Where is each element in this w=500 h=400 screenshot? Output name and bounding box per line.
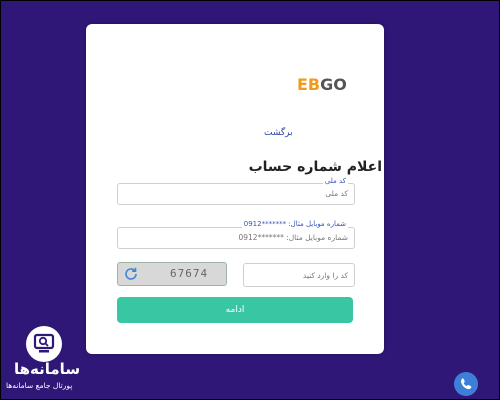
captcha-code: 67674 — [170, 267, 209, 280]
phone-icon — [461, 378, 472, 390]
continue-button[interactable]: ادامه — [117, 297, 353, 323]
national-id-field[interactable]: کد ملی کد ملی — [117, 177, 355, 205]
brand-name: سامانه‌ها — [14, 360, 81, 378]
mobile-input[interactable]: شماره موبایل مثال: *******0912 — [238, 233, 348, 242]
page-title: اعلام شماره حساب — [248, 159, 382, 175]
captcha-input[interactable]: کد را وارد کنید — [303, 271, 348, 280]
mobile-field[interactable]: شماره موبایل مثال: *******0912 شماره موب… — [117, 220, 355, 249]
captcha-field[interactable]: کد را وارد کنید — [243, 263, 355, 287]
national-id-label: کد ملی — [322, 177, 348, 185]
captcha-image: 67674 — [117, 262, 227, 286]
brand-subtitle: پورتال جامع سامانه‌ها — [6, 381, 73, 390]
brand-watermark: سامانه‌ها پورتال جامع سامانه‌ها — [6, 326, 92, 392]
brand-logo-icon — [26, 326, 62, 362]
ebgo-logo: EBGO — [297, 75, 347, 94]
call-button[interactable] — [454, 372, 478, 396]
back-link[interactable]: برگشت — [264, 128, 293, 138]
mobile-label: شماره موبایل مثال: *******0912 — [241, 220, 348, 228]
national-id-input[interactable]: کد ملی — [325, 189, 348, 198]
login-card: EBGO برگشت اعلام شماره حساب کد ملی کد مل… — [86, 24, 384, 354]
refresh-icon[interactable] — [123, 266, 139, 282]
